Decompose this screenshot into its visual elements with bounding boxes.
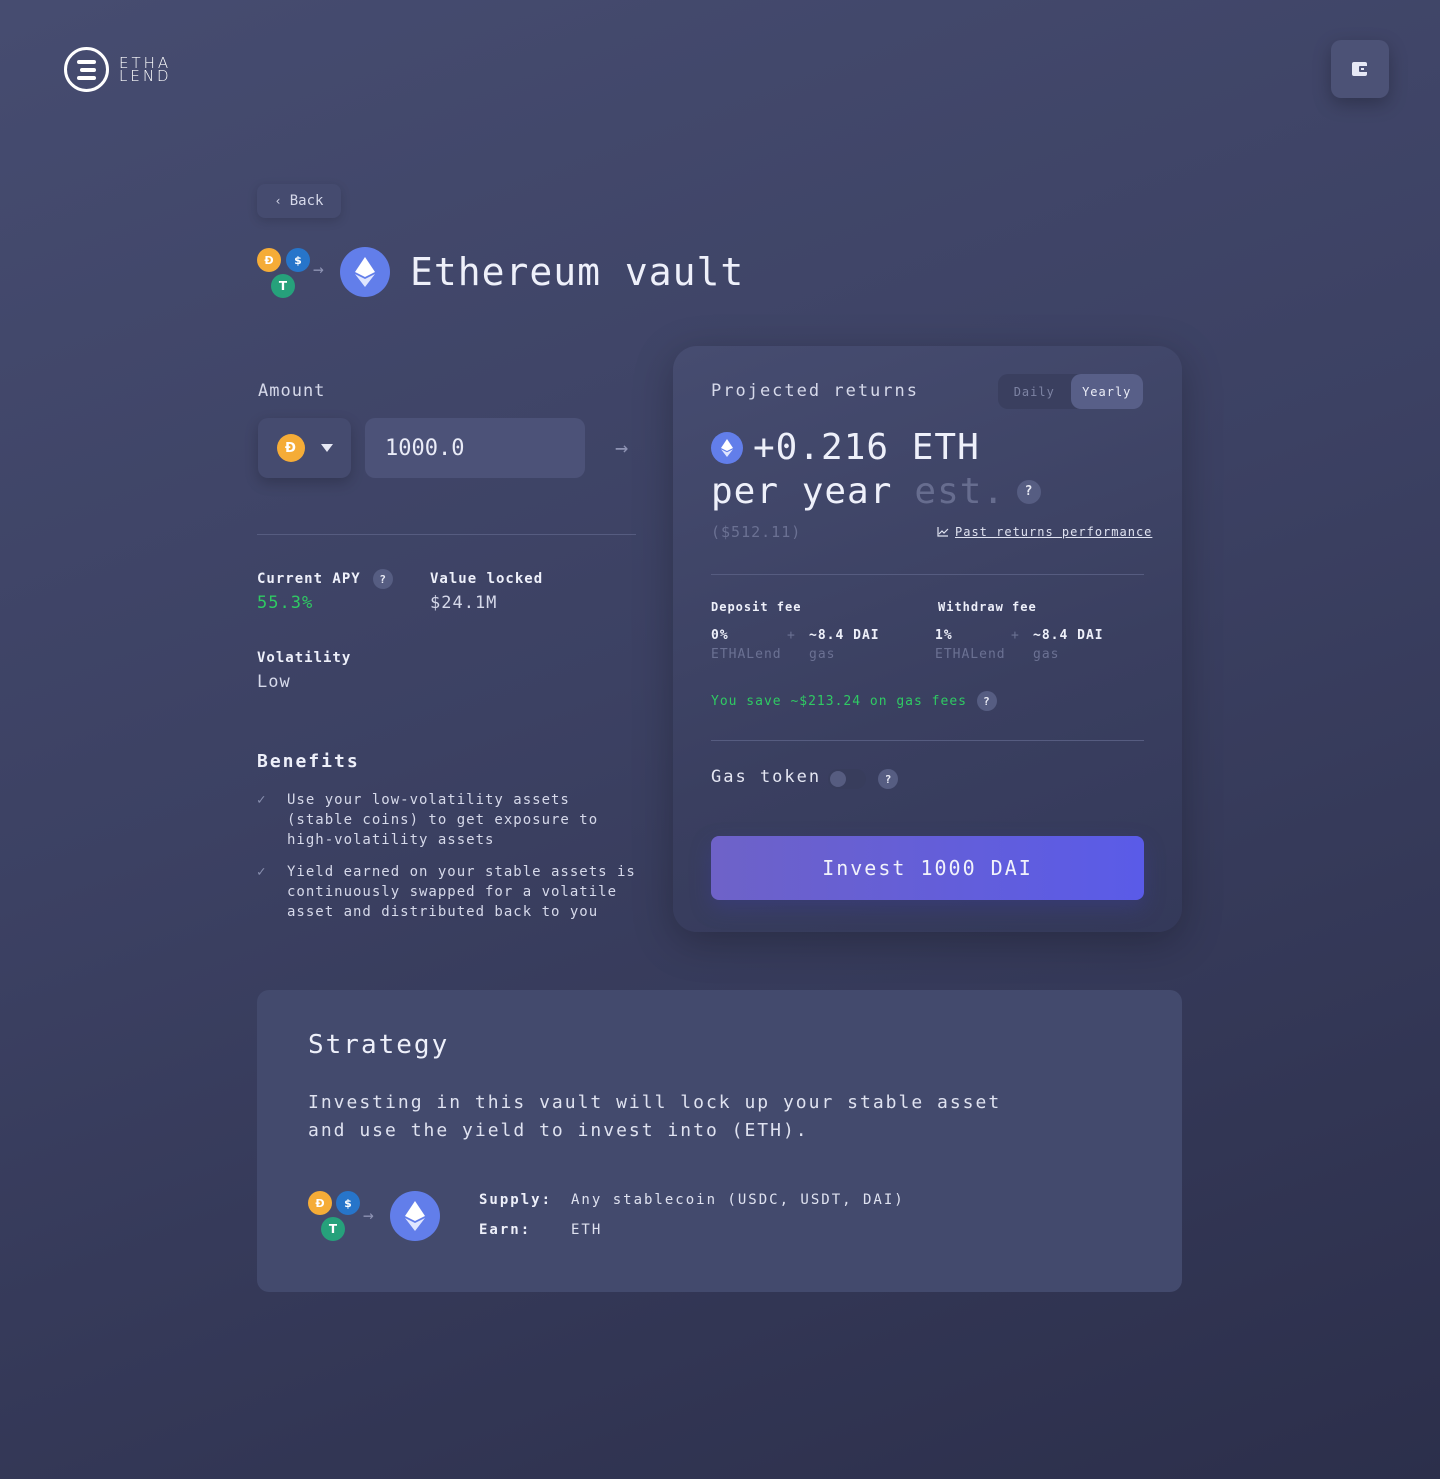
toggle-knob [830, 771, 846, 787]
benefit-text: Yield earned on your stable assets is co… [287, 864, 636, 920]
tvl-label: Value locked [430, 571, 544, 587]
back-label: Back [289, 193, 324, 209]
chart-icon [937, 527, 949, 537]
logo-text: ETHA LEND [119, 53, 172, 85]
benefits-title: Benefits [257, 751, 360, 772]
eth-coin-icon [340, 247, 390, 297]
benefit-text: Use your low-volatility assets (stable c… [287, 792, 599, 848]
help-icon[interactable]: ? [878, 769, 898, 789]
earn-value: ETH [571, 1222, 603, 1238]
help-icon[interactable]: ? [976, 691, 997, 711]
plus-sign: + [1011, 628, 1019, 643]
gas-savings-text: You save ~$213.24 on gas fees [711, 693, 967, 709]
volatility-stat: Volatility Low [257, 650, 351, 692]
divider [711, 740, 1144, 741]
usdt-coin-icon: T [271, 274, 295, 298]
divider [711, 574, 1144, 575]
projected-returns-title: Projected returns [711, 381, 919, 401]
past-returns-label: Past returns performance [955, 525, 1153, 539]
amount-input[interactable] [365, 418, 585, 478]
arrow-right-icon: → [615, 436, 629, 461]
logo-mark-icon [64, 47, 109, 92]
apy-value: 55.3% [257, 593, 314, 613]
dai-coin-icon: Đ [257, 248, 281, 272]
benefit-item: ✓ Yield earned on your stable assets is … [257, 862, 637, 922]
wallet-button[interactable] [1331, 40, 1389, 98]
vault-token-flow: Đ $ T → [257, 246, 397, 300]
gas-token-toggle[interactable] [828, 769, 866, 789]
deposit-fee: Deposit fee 0% ETHALend + ~8.4 DAI gas [711, 600, 911, 662]
arrow-right-icon: → [313, 259, 324, 280]
dai-coin-icon: Đ [276, 434, 305, 462]
withdraw-fee-pct-sub: ETHALend [935, 647, 1006, 662]
gas-token-label: Gas token [711, 767, 822, 787]
check-icon: ✓ [257, 792, 267, 808]
withdraw-fee-label: Withdraw fee [938, 600, 1037, 614]
chevron-left-icon: ‹ [274, 194, 282, 208]
apy-stat: Current APY ? 55.3% [257, 569, 393, 613]
help-icon[interactable]: ? [1017, 480, 1042, 504]
deposit-fee-gas: ~8.4 DAI [809, 628, 880, 643]
arrow-right-icon: → [363, 1205, 374, 1226]
deposit-fee-pct-sub: ETHALend [711, 647, 782, 662]
usdt-coin-icon: T [321, 1217, 345, 1241]
back-button[interactable]: ‹ Back [257, 184, 341, 218]
plus-sign: + [787, 628, 795, 643]
deposit-fee-label: Deposit fee [711, 600, 802, 614]
withdraw-fee-gas-sub: gas [1033, 647, 1060, 662]
eth-coin-icon [390, 1191, 440, 1241]
dai-coin-icon: Đ [308, 1191, 332, 1215]
projected-amount: +0.216 ETH per year est. ? [711, 426, 1042, 514]
wallet-icon [1352, 62, 1368, 76]
usdc-coin-icon: $ [286, 248, 310, 272]
tvl-value: $24.1M [430, 593, 498, 613]
eth-coin-icon [711, 432, 743, 464]
gas-savings: You save ~$213.24 on gas fees ? [711, 691, 997, 711]
divider [257, 534, 636, 535]
supply-value: Any stablecoin (USDC, USDT, DAI) [571, 1192, 905, 1208]
est-label: est. [914, 471, 1006, 512]
usdc-coin-icon: $ [336, 1191, 360, 1215]
volatility-label: Volatility [257, 650, 352, 666]
earn-label: Earn: [479, 1222, 532, 1238]
deposit-fee-pct: 0% [711, 628, 729, 643]
invest-button[interactable]: Invest 1000 DAI [711, 836, 1144, 900]
page-title: Ethereum vault [410, 250, 745, 294]
help-icon[interactable]: ? [372, 569, 393, 589]
amount-label: Amount [258, 381, 326, 401]
check-icon: ✓ [257, 864, 267, 880]
deposit-fee-gas-sub: gas [809, 647, 836, 662]
strategy-token-flow: Đ $ T → [308, 1189, 448, 1243]
chevron-down-icon [320, 444, 333, 452]
token-select[interactable]: Đ [258, 418, 351, 478]
withdraw-fee: Withdraw fee 1% ETHALend + ~8.4 DAI gas [935, 600, 1144, 662]
period-toggle: Daily Yearly [998, 374, 1143, 409]
strategy-details: Supply: Any stablecoin (USDC, USDT, DAI)… [479, 1192, 905, 1238]
period-yearly-button[interactable]: Yearly [1070, 374, 1143, 409]
benefit-item: ✓ Use your low-volatility assets (stable… [257, 790, 637, 850]
usd-value: ($512.11) [711, 523, 802, 541]
past-returns-link[interactable]: Past returns performance [937, 525, 1152, 539]
supply-label: Supply: [479, 1192, 553, 1208]
withdraw-fee-gas: ~8.4 DAI [1033, 628, 1104, 643]
brand-logo[interactable]: ETHA LEND [64, 47, 172, 92]
apy-label: Current APY [257, 571, 361, 587]
per-label: per year [711, 471, 893, 512]
withdraw-fee-pct: 1% [935, 628, 953, 643]
strategy-title: Strategy [308, 1030, 450, 1060]
projected-value: +0.216 ETH [753, 427, 980, 468]
strategy-description: Investing in this vault will lock up you… [308, 1092, 1002, 1141]
volatility-value: Low [257, 672, 291, 692]
period-daily-button[interactable]: Daily [998, 374, 1071, 409]
tvl-stat: Value locked $24.1M [430, 571, 543, 613]
